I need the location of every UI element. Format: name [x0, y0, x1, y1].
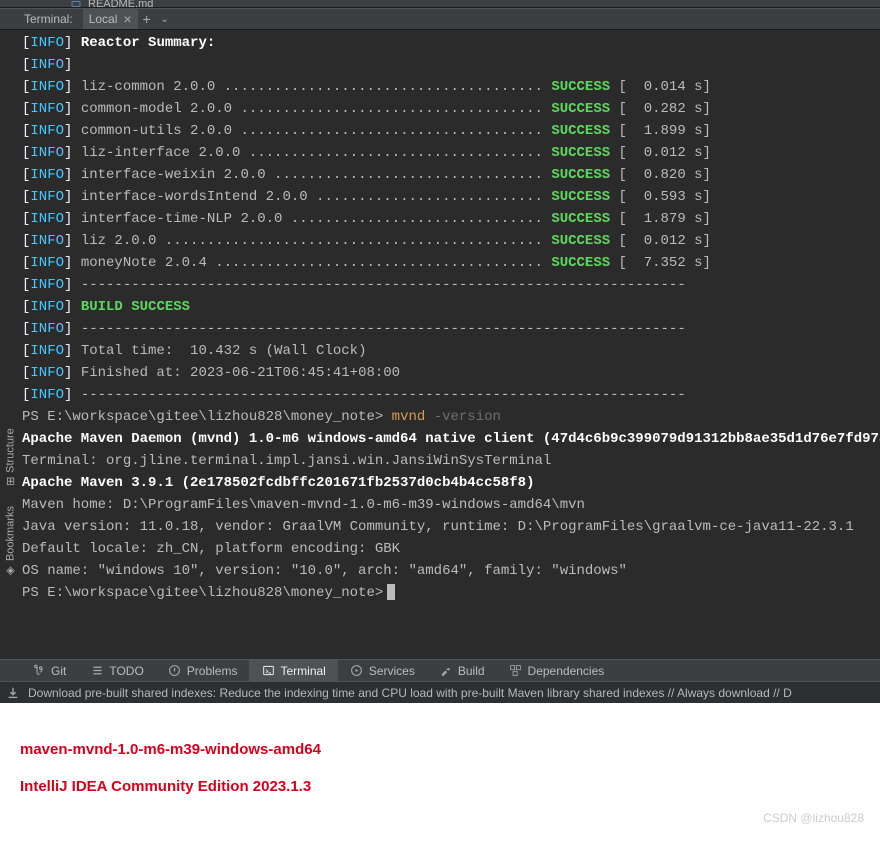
bottom-tab-label: Terminal: [280, 664, 325, 678]
bottom-tab-problems[interactable]: Problems: [156, 660, 250, 681]
markdown-file-icon: [70, 0, 82, 8]
bookmark-icon: ◈: [4, 565, 17, 578]
bottom-tab-label: Problems: [187, 664, 238, 678]
side-tool-label: Bookmarks: [4, 506, 16, 561]
bottom-tab-todo[interactable]: TODO: [78, 660, 155, 681]
bottom-tab-services[interactable]: Services: [338, 660, 427, 681]
play-icon: [350, 664, 364, 678]
watermark: CSDN @lizhou828: [763, 811, 864, 825]
cursor: [387, 584, 395, 600]
side-tool-structure[interactable]: ⊞ Structure: [2, 420, 19, 494]
ide-shell: README.md Terminal: Local × + ⌄ ⊞ Struct…: [0, 0, 880, 703]
term-icon: [261, 664, 275, 678]
caption-line-2: IntelliJ IDEA Community Edition 2023.1.3: [20, 778, 860, 795]
status-bar: Download pre-built shared indexes: Reduc…: [0, 681, 880, 703]
side-tool-bookmarks[interactable]: ◈ Bookmarks: [2, 498, 19, 586]
caption-line-1: maven-mvnd-1.0-m6-m39-windows-amd64: [20, 741, 860, 758]
bottom-tab-label: TODO: [109, 664, 143, 678]
caption-block: maven-mvnd-1.0-m6-m39-windows-amd64 Inte…: [0, 703, 880, 845]
terminal-tab-label: Local: [89, 12, 118, 26]
bottom-tab-label: Dependencies: [528, 664, 605, 678]
terminal-dropdown-button[interactable]: ⌄: [156, 14, 174, 25]
branch-icon: [32, 664, 46, 678]
bottom-tab-label: Git: [51, 664, 66, 678]
terminal-panel-label: Terminal:: [0, 12, 83, 26]
terminal-output[interactable]: [INFO] Reactor Summary:[INFO][INFO] liz-…: [0, 30, 880, 659]
terminal-tab-local[interactable]: Local ×: [83, 9, 138, 29]
list-icon: [90, 664, 104, 678]
download-icon[interactable]: [6, 686, 20, 700]
hammer-icon: [439, 664, 453, 678]
close-icon[interactable]: ×: [123, 12, 131, 26]
bottom-tab-build[interactable]: Build: [427, 660, 497, 681]
structure-icon: ⊞: [4, 477, 17, 486]
side-tool-label: Structure: [4, 428, 16, 473]
side-tool-strip: ⊞ Structure ◈ Bookmarks: [0, 420, 20, 660]
editor-tab-filename[interactable]: README.md: [88, 0, 153, 8]
bottom-tool-tabs: Git TODO Problems Terminal Services Build Depe…: [0, 659, 880, 681]
bottom-tab-terminal[interactable]: Terminal: [249, 660, 337, 681]
warn-icon: [168, 664, 182, 678]
deps-icon: [509, 664, 523, 678]
status-message[interactable]: Download pre-built shared indexes: Reduc…: [28, 686, 792, 700]
bottom-tab-dependencies[interactable]: Dependencies: [497, 660, 617, 681]
new-terminal-tab-button[interactable]: +: [138, 11, 156, 27]
bottom-tab-label: Services: [369, 664, 415, 678]
terminal-tabbar: Terminal: Local × + ⌄: [0, 8, 880, 30]
bottom-tab-label: Build: [458, 664, 485, 678]
bottom-tab-git[interactable]: Git: [20, 660, 78, 681]
editor-tab-sliver: README.md: [0, 0, 880, 8]
